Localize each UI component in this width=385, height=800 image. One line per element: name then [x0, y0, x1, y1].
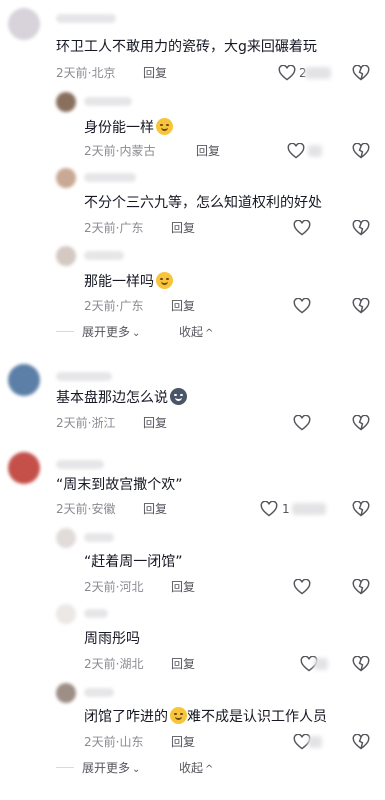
- reply-button[interactable]: 回复: [196, 144, 220, 158]
- dislike-heart-icon[interactable]: [352, 65, 370, 81]
- like-count-blur: [292, 503, 326, 515]
- reply-button[interactable]: 回复: [171, 735, 195, 749]
- like-count-blur: [314, 658, 328, 670]
- avatar[interactable]: [56, 683, 76, 703]
- reply-button[interactable]: 回复: [143, 416, 167, 430]
- username[interactable]: [84, 251, 124, 260]
- comment-meta: 2天前·北京: [56, 66, 116, 80]
- dislike-heart-icon[interactable]: [352, 579, 370, 595]
- avatar[interactable]: [8, 8, 40, 40]
- like-count-blur: [308, 736, 322, 748]
- username[interactable]: [56, 372, 112, 381]
- comment-meta: 2天前·山东: [84, 735, 144, 749]
- chevron-up-icon: ^: [205, 764, 214, 775]
- reply-button[interactable]: 回复: [171, 221, 195, 235]
- reply-button[interactable]: 回复: [171, 657, 195, 671]
- username[interactable]: [56, 14, 116, 23]
- comment-text: 不分个三六九等，怎么知道权利的好处: [84, 195, 322, 211]
- like-heart-icon[interactable]: [293, 220, 311, 236]
- avatar[interactable]: [8, 364, 40, 396]
- avatar[interactable]: [56, 246, 76, 266]
- avatar[interactable]: [56, 604, 76, 624]
- like-heart-icon[interactable]: [287, 143, 305, 159]
- comment-meta: 2天前·安徽: [56, 502, 116, 516]
- avatar[interactable]: [56, 528, 76, 548]
- cat-face-emoji: [170, 388, 187, 405]
- comment-text: 周雨彤吗: [84, 631, 140, 647]
- dislike-heart-icon[interactable]: [352, 415, 370, 431]
- like-heart-icon[interactable]: [278, 65, 296, 81]
- username[interactable]: [84, 97, 132, 106]
- comment-meta: 2天前·内蒙古: [84, 144, 156, 158]
- chevron-down-icon: ⌄: [132, 764, 141, 775]
- username[interactable]: [56, 460, 104, 469]
- username[interactable]: [84, 533, 114, 542]
- comment-text: 环卫工人不敢用力的瓷砖，大g来回碾着玩: [56, 39, 317, 55]
- dislike-heart-icon[interactable]: [352, 501, 370, 517]
- like-heart-icon[interactable]: [260, 501, 278, 517]
- chevron-down-icon: ⌄: [132, 328, 141, 339]
- dislike-heart-icon[interactable]: [352, 143, 370, 159]
- comment-text: 身份能一样: [84, 118, 173, 137]
- username[interactable]: [84, 173, 136, 182]
- comment-meta: 2天前·广东: [84, 221, 144, 235]
- avatar[interactable]: [8, 452, 40, 484]
- reply-button[interactable]: 回复: [171, 299, 195, 313]
- smiling-face-emoji: [156, 272, 173, 289]
- dislike-heart-icon[interactable]: [352, 298, 370, 314]
- collapse-button[interactable]: 收起 ^: [179, 325, 213, 341]
- comment-meta: 2天前·浙江: [56, 416, 116, 430]
- avatar[interactable]: [56, 168, 76, 188]
- reply-button[interactable]: 回复: [143, 502, 167, 516]
- expand-more-button[interactable]: 展开更多 ⌄: [56, 325, 140, 341]
- avatar[interactable]: [56, 92, 76, 112]
- like-count-blur: [308, 145, 322, 157]
- like-count-blur: [305, 67, 331, 79]
- like-count: 1: [282, 502, 290, 516]
- comment-meta: 2天前·广东: [84, 299, 144, 313]
- comment-meta: 2天前·河北: [84, 580, 144, 594]
- comment-meta: 2天前·湖北: [84, 657, 144, 671]
- reply-button[interactable]: 回复: [143, 66, 167, 80]
- collapse-button[interactable]: 收起 ^: [179, 761, 213, 777]
- username[interactable]: [84, 609, 108, 618]
- like-heart-icon[interactable]: [293, 415, 311, 431]
- comment-text: 闭馆了咋进的 难不成是认识工作人员: [84, 707, 327, 725]
- comment-text: “赶着周一闭馆”: [84, 554, 183, 570]
- smirking-face-emoji: [170, 707, 187, 724]
- reply-button[interactable]: 回复: [171, 580, 195, 594]
- dislike-heart-icon[interactable]: [352, 734, 370, 750]
- thinking-face-emoji: [156, 118, 173, 135]
- comment-text: “周末到故宫撒个欢”: [56, 477, 183, 493]
- comment-text: 那能一样吗: [84, 272, 173, 291]
- chevron-up-icon: ^: [205, 328, 214, 339]
- comment-text: 基本盘那边怎么说: [56, 388, 187, 407]
- expand-more-button[interactable]: 展开更多 ⌄: [56, 761, 140, 777]
- dislike-heart-icon[interactable]: [352, 656, 370, 672]
- like-heart-icon[interactable]: [293, 298, 311, 314]
- dislike-heart-icon[interactable]: [352, 220, 370, 236]
- like-heart-icon[interactable]: [293, 579, 311, 595]
- username[interactable]: [84, 688, 114, 697]
